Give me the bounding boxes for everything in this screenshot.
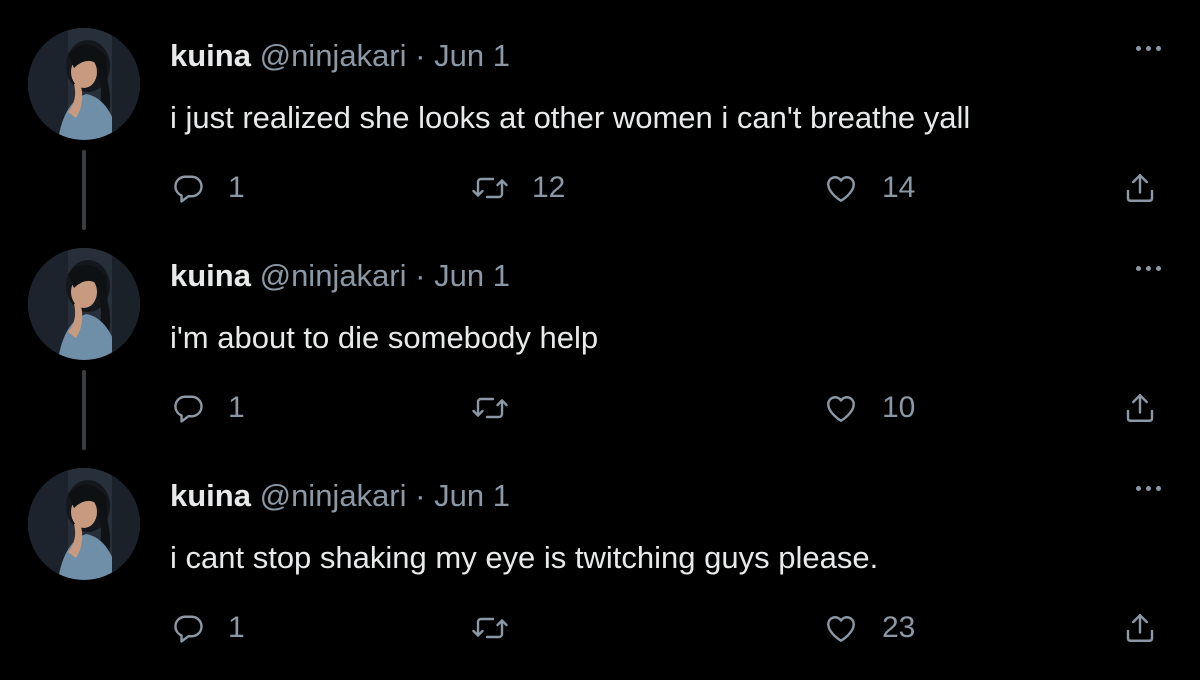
tweet[interactable]: kuina @ninjakari · Jun 1 i cant stop sha… <box>0 440 1200 660</box>
reply-count: 1 <box>228 391 245 424</box>
avatar[interactable] <box>28 468 140 580</box>
reply-button[interactable]: 1 <box>170 388 245 428</box>
share-button[interactable] <box>1122 608 1158 648</box>
separator-dot: · <box>415 478 426 513</box>
retweet-icon <box>472 397 508 419</box>
tweet-date[interactable]: Jun 1 <box>434 38 510 73</box>
retweet-button[interactable] <box>470 608 532 648</box>
retweet-icon <box>472 617 508 639</box>
share-icon <box>1126 394 1154 422</box>
author-name[interactable]: kuina <box>170 38 251 73</box>
retweet-icon <box>472 177 508 199</box>
tweet-text: i'm about to die somebody help <box>170 320 599 355</box>
thread-line <box>82 370 86 450</box>
more-icon[interactable] <box>1128 478 1168 498</box>
like-button[interactable]: 14 <box>822 168 915 208</box>
share-icon <box>1126 614 1154 642</box>
author-name[interactable]: kuina <box>170 478 251 513</box>
tweet-text: i just realized she looks at other women… <box>170 100 971 135</box>
tweet-date[interactable]: Jun 1 <box>434 478 510 513</box>
like-button[interactable]: 23 <box>822 608 915 648</box>
retweet-button[interactable]: 12 <box>470 168 565 208</box>
share-icon <box>1126 174 1154 202</box>
tweet[interactable]: kuina @ninjakari · Jun 1 i just realized… <box>0 0 1200 230</box>
like-count: 10 <box>882 391 916 424</box>
reply-icon <box>174 615 203 643</box>
author-handle[interactable]: @ninjakari <box>260 478 407 513</box>
more-icon[interactable] <box>1128 258 1168 278</box>
avatar[interactable] <box>28 28 140 140</box>
tweet-date[interactable]: Jun 1 <box>434 258 510 293</box>
reply-button[interactable]: 1 <box>170 608 245 648</box>
tweet-header: kuina @ninjakari · Jun 1 <box>170 476 510 516</box>
thread-line <box>82 150 86 230</box>
retweet-count: 12 <box>532 171 566 204</box>
separator-dot: · <box>415 258 426 293</box>
tweet[interactable]: kuina @ninjakari · Jun 1 i'm about to di… <box>0 220 1200 450</box>
author-handle[interactable]: @ninjakari <box>260 258 407 293</box>
author-handle[interactable]: @ninjakari <box>260 38 407 73</box>
avatar[interactable] <box>28 248 140 360</box>
tweet-header: kuina @ninjakari · Jun 1 <box>170 36 510 76</box>
heart-icon <box>827 616 855 642</box>
author-name[interactable]: kuina <box>170 258 251 293</box>
heart-icon <box>827 176 855 202</box>
reply-icon <box>174 175 203 203</box>
like-count: 14 <box>882 171 916 204</box>
retweet-button[interactable] <box>470 388 532 428</box>
tweet-text: i cant stop shaking my eye is twitching … <box>170 540 879 575</box>
like-count: 23 <box>882 611 916 644</box>
tweet-header: kuina @ninjakari · Jun 1 <box>170 256 510 296</box>
reply-icon <box>174 395 203 423</box>
share-button[interactable] <box>1122 388 1158 428</box>
reply-count: 1 <box>228 171 245 204</box>
more-icon[interactable] <box>1128 38 1168 58</box>
separator-dot: · <box>415 38 426 73</box>
reply-count: 1 <box>228 611 245 644</box>
heart-icon <box>827 396 855 422</box>
share-button[interactable] <box>1122 168 1158 208</box>
like-button[interactable]: 10 <box>822 388 915 428</box>
reply-button[interactable]: 1 <box>170 168 245 208</box>
